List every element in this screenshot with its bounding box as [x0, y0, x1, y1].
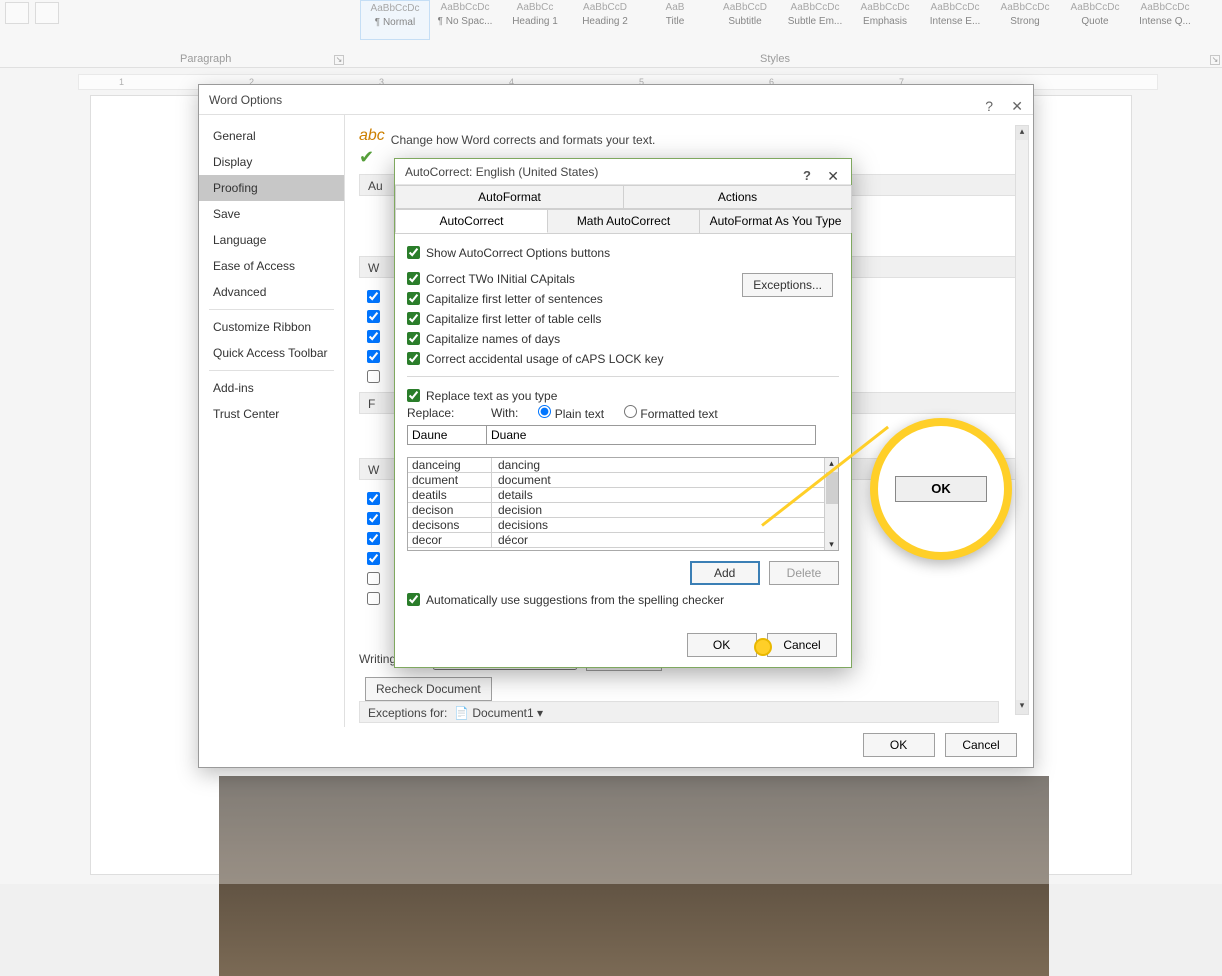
table-row[interactable]: deatilsdetails — [408, 488, 838, 503]
help-icon[interactable]: ? — [803, 163, 811, 189]
with-label: With: — [491, 406, 518, 420]
sidebar-item-trust-center[interactable]: Trust Center — [199, 401, 344, 427]
autocorrect-titlebar: AutoCorrect: English (United States) ? ✕ — [395, 159, 851, 185]
abc-icon: abc✔ — [359, 127, 385, 166]
opt-check-9[interactable] — [367, 552, 380, 565]
replace-label: Replace: — [407, 406, 481, 420]
word-options-titlebar: Word Options ? ✕ — [199, 85, 1033, 115]
add-button[interactable]: Add — [690, 561, 760, 585]
tab-autoformat-as-you-type[interactable]: AutoFormat As You Type — [699, 209, 852, 233]
options-ok-button[interactable]: OK — [863, 733, 935, 757]
opt-check-3[interactable] — [367, 330, 380, 343]
callout-dot — [754, 638, 772, 656]
ok-callout: OK — [870, 418, 1012, 560]
plain-text-radio[interactable]: Plain text — [538, 405, 604, 421]
tab-autocorrect[interactable]: AutoCorrect — [395, 209, 548, 233]
autocorrect-table[interactable]: danceingdancingdcumentdocumentdeatilsdet… — [407, 457, 839, 551]
opt-check-2[interactable] — [367, 310, 380, 323]
sidebar-item-general[interactable]: General — [199, 123, 344, 149]
sidebar-item-display[interactable]: Display — [199, 149, 344, 175]
opt-check-10[interactable] — [367, 572, 380, 585]
caps-lock-checkbox[interactable]: Correct accidental usage of cAPS LOCK ke… — [407, 348, 839, 368]
sidebar-item-quick-access-toolbar[interactable]: Quick Access Toolbar — [199, 340, 344, 366]
replace-as-type-label: Replace text as you type — [426, 389, 557, 403]
table-row[interactable]: decordécor — [408, 533, 838, 548]
autocorrect-cancel-button[interactable]: Cancel — [767, 633, 837, 657]
proofing-heading: Change how Word corrects and formats you… — [391, 127, 656, 147]
cap-sentence-label: Capitalize first letter of sentences — [426, 292, 603, 306]
exceptions-for-label: Exceptions for: — [368, 706, 447, 720]
tab-autoformat[interactable]: AutoFormat — [395, 185, 624, 208]
exceptions-for-value: Document1 — [472, 706, 533, 720]
sidebar-item-customize-ribbon[interactable]: Customize Ribbon — [199, 314, 344, 340]
sidebar-item-save[interactable]: Save — [199, 201, 344, 227]
autocorrect-dialog: AutoCorrect: English (United States) ? ✕… — [394, 158, 852, 668]
replace-input[interactable] — [407, 425, 487, 445]
show-options-label: Show AutoCorrect Options buttons — [426, 246, 610, 260]
cap-table-checkbox[interactable]: Capitalize first letter of table cells — [407, 308, 839, 328]
exceptions-band: Exceptions for: 📄 Document1 ▾ — [359, 701, 999, 723]
options-cancel-button[interactable]: Cancel — [945, 733, 1017, 757]
sidebar-item-advanced[interactable]: Advanced — [199, 279, 344, 305]
opt-check-11[interactable] — [367, 592, 380, 605]
options-sidebar: GeneralDisplayProofingSaveLanguageEase o… — [199, 115, 345, 727]
opt-check-1[interactable] — [367, 290, 380, 303]
delete-button[interactable]: Delete — [769, 561, 839, 585]
show-options-checkbox[interactable]: Show AutoCorrect Options buttons — [407, 242, 839, 262]
with-input[interactable] — [486, 425, 816, 445]
opt-check-8[interactable] — [367, 532, 380, 545]
autocorrect-tabs-top: AutoFormat Actions — [395, 185, 851, 209]
autocorrect-tabs-bottom: AutoCorrect Math AutoCorrect AutoFormat … — [395, 209, 851, 234]
tab-actions[interactable]: Actions — [623, 185, 852, 208]
sidebar-item-proofing[interactable]: Proofing — [199, 175, 344, 201]
correct-two-label: Correct TWo INitial CApitals — [426, 272, 575, 286]
sidebar-item-language[interactable]: Language — [199, 227, 344, 253]
ok-callout-button: OK — [895, 476, 987, 502]
exceptions-button[interactable]: Exceptions... — [742, 273, 833, 297]
auto-suggest-label: Automatically use suggestions from the s… — [426, 593, 724, 607]
cap-table-label: Capitalize first letter of table cells — [426, 312, 601, 326]
cap-days-checkbox[interactable]: Capitalize names of days — [407, 328, 839, 348]
autocorrect-ok-button[interactable]: OK — [687, 633, 757, 657]
autocorrect-title: AutoCorrect: English (United States) — [405, 165, 598, 179]
auto-suggest-checkbox[interactable]: Automatically use suggestions from the s… — [407, 589, 839, 609]
replace-as-type-checkbox[interactable]: Replace text as you type — [407, 385, 839, 405]
sidebar-item-add-ins[interactable]: Add-ins — [199, 375, 344, 401]
word-options-title: Word Options — [209, 93, 282, 107]
opt-check-6[interactable] — [367, 492, 380, 505]
opt-check-5[interactable] — [367, 370, 380, 383]
table-row[interactable]: dcumentdocument — [408, 473, 838, 488]
pane-scrollbar[interactable]: ▴▾ — [1015, 125, 1029, 715]
recheck-document-button[interactable]: Recheck Document — [365, 677, 492, 701]
opt-check-7[interactable] — [367, 512, 380, 525]
close-icon[interactable]: ✕ — [827, 163, 839, 189]
formatted-text-radio[interactable]: Formatted text — [624, 405, 718, 421]
table-row[interactable]: decisonsdecisions — [408, 518, 838, 533]
table-row[interactable]: danceingdancing — [408, 458, 838, 473]
tab-math-autocorrect[interactable]: Math AutoCorrect — [547, 209, 700, 233]
opt-check-4[interactable] — [367, 350, 380, 363]
cap-days-label: Capitalize names of days — [426, 332, 560, 346]
sidebar-item-ease-of-access[interactable]: Ease of Access — [199, 253, 344, 279]
caps-lock-label: Correct accidental usage of cAPS LOCK ke… — [426, 352, 663, 366]
